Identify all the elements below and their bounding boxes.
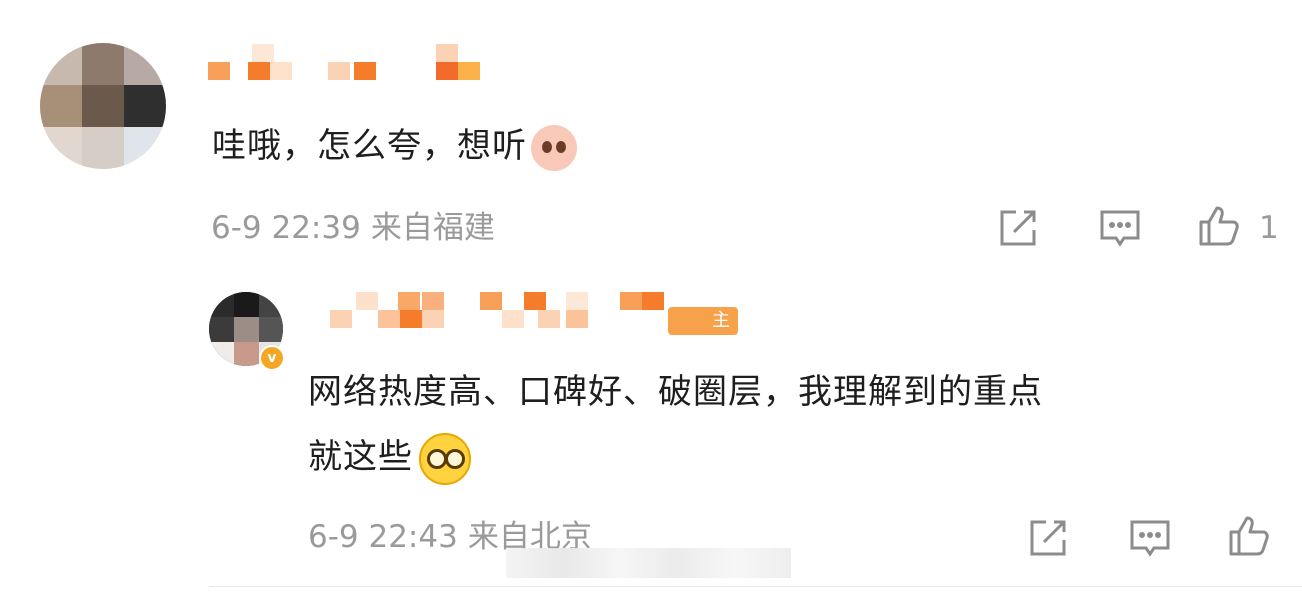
divider [209, 586, 1302, 587]
comment-meta: 6-9 22:39 来自福建 [211, 208, 495, 248]
comment-text-content: 哇哦，怎么夸，想听 [212, 126, 527, 166]
thumbs-up-icon[interactable] [1197, 204, 1241, 248]
host-tag: 主 [668, 307, 738, 335]
comment-icon[interactable] [1128, 516, 1172, 560]
share-icon[interactable] [1026, 516, 1070, 560]
reply-text-content: 就这些 [308, 437, 413, 477]
glasses-peek-emoji-icon [419, 432, 471, 485]
share-icon[interactable] [996, 206, 1040, 250]
thumbs-up-icon[interactable] [1227, 514, 1271, 558]
redacted-bar [506, 548, 791, 578]
reply-text-line-2: 就这些 [308, 425, 471, 489]
comment-icon[interactable] [1098, 206, 1142, 250]
comment-location: 来自福建 [370, 210, 495, 246]
reply-time: 6-9 22:43 [308, 519, 458, 555]
comment-text: 哇哦，怎么夸，想听 [212, 114, 577, 178]
comment-time: 6-9 22:39 [211, 210, 361, 246]
like-count: 1 [1259, 210, 1279, 246]
shy-blush-emoji-icon [531, 124, 577, 171]
avatar[interactable] [40, 43, 166, 169]
verified-badge-icon: v [259, 345, 285, 371]
reply-text-line-1: 网络热度高、口碑好、破圈层，我理解到的重点 [308, 372, 1043, 412]
